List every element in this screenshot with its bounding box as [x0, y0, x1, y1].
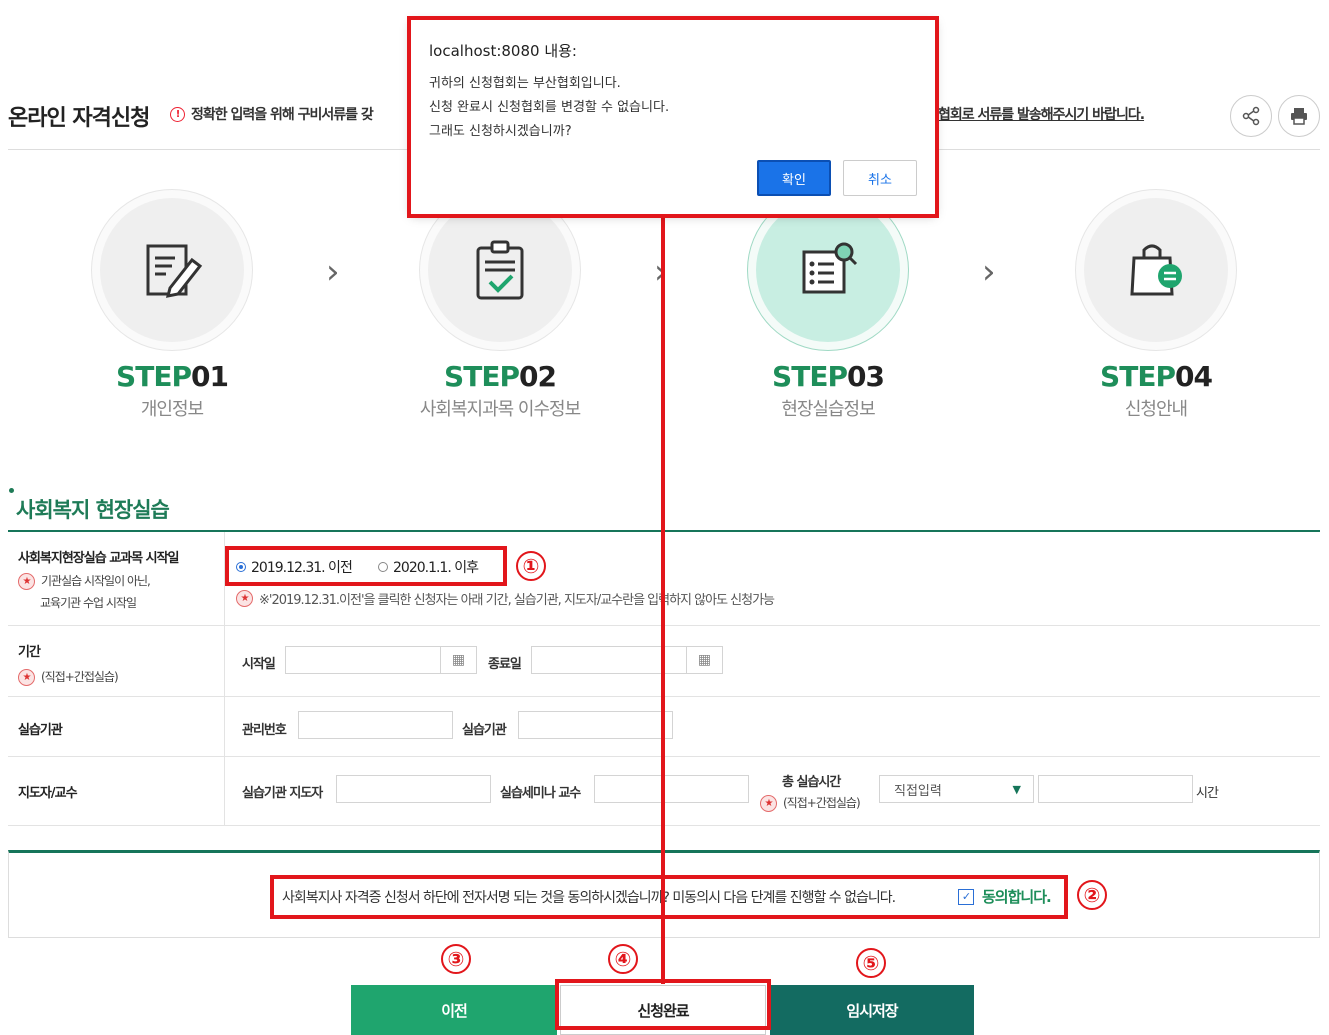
step-1: STEP01 개인정보	[42, 198, 302, 421]
annotation-badge-1: ①	[516, 551, 546, 581]
info-icon: !	[170, 106, 185, 122]
hours-unit: 시간	[1196, 786, 1219, 801]
step-1-label: 개인정보	[140, 399, 204, 420]
step-1-prefix: STEP	[116, 360, 192, 393]
chevron-right-icon: ›	[326, 252, 340, 292]
step-4-circle	[1084, 198, 1228, 342]
list-search-icon	[802, 242, 858, 294]
institution-supervisor-input[interactable]	[336, 775, 491, 803]
step-3-prefix: STEP	[772, 360, 848, 393]
start-date-sub1: 기관실습 시작일이 아닌,	[41, 574, 151, 588]
step-2-circle	[428, 198, 572, 342]
start-date-sub2: 교육기관 수업 시작일	[40, 596, 137, 610]
required-icon: ★	[760, 795, 777, 812]
annotation-badge-5: ⑤	[856, 948, 886, 978]
share-button[interactable]	[1230, 95, 1272, 137]
step-4-prefix: STEP	[1100, 360, 1176, 393]
step-3-number: 03	[846, 360, 885, 393]
mgmt-number-input[interactable]	[298, 711, 453, 739]
institution-input[interactable]	[518, 711, 673, 739]
seminar-professor-label: 실습세미나 교수	[500, 786, 581, 801]
step-4-label: 신청안내	[1124, 399, 1188, 420]
institution-label: 실습기관	[18, 723, 63, 738]
section-title: 사회복지 현장실습	[16, 498, 170, 522]
prev-button[interactable]: 이전	[351, 985, 557, 1035]
header-notice-text: 정확한 입력을 위해 구비서류를 갖	[191, 107, 374, 123]
calendar-icon[interactable]: ▦	[441, 646, 477, 674]
total-hours-sub: (직접+간접실습)	[783, 796, 861, 810]
period-label: 기간	[18, 645, 41, 660]
bag-chat-icon	[1130, 244, 1182, 296]
start-date-input[interactable]	[285, 646, 441, 674]
step-3-circle	[756, 198, 900, 342]
hours-type-select[interactable]: 직접입력 ▼	[879, 775, 1034, 803]
step-1-circle	[100, 198, 244, 342]
step-2-number: 02	[518, 360, 557, 393]
step-4: STEP04 신청안내	[1026, 198, 1286, 421]
total-hours-label: 총 실습시간	[782, 775, 841, 790]
step-2: STEP02 사회복지과목 이수정보	[370, 198, 630, 421]
annotation-badge-3: ③	[441, 944, 471, 974]
header-notice: ! 정확한 입력을 위해 구비서류를 갖	[170, 104, 374, 124]
hours-type-value: 직접입력	[894, 783, 942, 799]
end-date-field-label: 종료일	[488, 657, 522, 672]
print-button[interactable]	[1278, 95, 1320, 137]
period-sub: (직접+간접실습)	[41, 670, 119, 684]
start-date-label: 사회복지현장실습 교과목 시작일	[18, 551, 179, 566]
required-icon: ★	[18, 669, 35, 686]
annotation-box-dialog	[407, 16, 939, 218]
temp-save-button[interactable]: 임시저장	[770, 985, 974, 1035]
period-label-block: 기간 ★ (직접+간접실습)	[18, 641, 119, 686]
institution-field-label: 실습기관	[462, 723, 507, 738]
start-date-label-block: 사회복지현장실습 교과목 시작일 ★ 기관실습 시작일이 아닌, 교육기관 수업 …	[18, 547, 179, 611]
header-notice-link[interactable]: 협회로 서류를 발송해주시기 바랍니다.	[938, 104, 1145, 124]
clipboard-check-icon	[476, 240, 524, 300]
supervisor-label: 지도자/교수	[18, 786, 78, 801]
print-icon	[1291, 108, 1307, 125]
required-icon: ★	[18, 573, 35, 590]
step-4-number: 04	[1174, 360, 1213, 393]
step-3: STEP03 현장실습정보	[698, 198, 958, 421]
seminar-professor-input[interactable]	[594, 775, 749, 803]
annotation-box-radio	[225, 546, 507, 586]
annotation-box-submit	[555, 979, 771, 1030]
start-date-hint: ★ ※'2019.12.31.이전'을 클릭한 신청자는 아래 기간, 실습기관,…	[236, 589, 775, 608]
required-icon: ★	[236, 590, 253, 607]
mgmt-number-label: 관리번호	[242, 723, 287, 738]
step-3-label: 현장실습정보	[781, 399, 875, 420]
annotation-badge-2: ②	[1077, 880, 1107, 910]
step-1-number: 01	[190, 360, 229, 393]
chevron-down-icon: ▼	[1012, 782, 1021, 796]
total-hours-input[interactable]	[1038, 775, 1193, 803]
start-date-hint-text: ※'2019.12.31.이전'을 클릭한 신청자는 아래 기간, 실습기관, …	[259, 593, 775, 608]
annotation-connector-line	[661, 214, 665, 984]
calendar-icon[interactable]: ▦	[687, 646, 723, 674]
document-pen-icon	[146, 244, 203, 298]
page-title: 온라인 자격신청	[8, 106, 150, 131]
step-2-label: 사회복지과목 이수정보	[419, 399, 581, 420]
section-bullet	[9, 488, 14, 493]
annotation-badge-4: ④	[608, 944, 638, 974]
annotation-box-agreement	[270, 875, 1068, 919]
chevron-right-icon: ›	[982, 252, 996, 292]
start-date-field-label: 시작일	[242, 657, 276, 672]
institution-supervisor-label: 실습기관 지도자	[242, 786, 323, 801]
share-icon	[1242, 106, 1260, 126]
total-hours-label-block: 총 실습시간 ★ (직접+간접실습)	[760, 771, 861, 812]
step-2-prefix: STEP	[444, 360, 520, 393]
